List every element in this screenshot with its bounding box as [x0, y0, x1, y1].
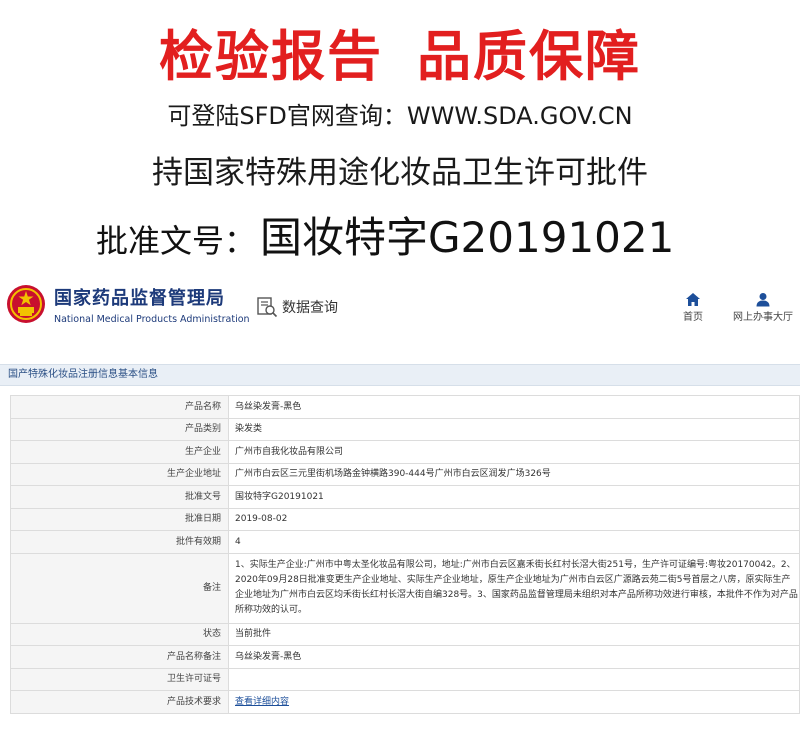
row-label: 备注: [10, 552, 229, 624]
row-value-remarks: 1、实际生产企业:广州市中粤太圣化妆品有限公司，地址:广州市白云区嘉禾街长红村长…: [228, 552, 800, 624]
approval-label: 批准文号：: [96, 222, 257, 260]
row-value: 乌丝染发膏-黑色: [228, 645, 800, 669]
user-icon: [756, 293, 770, 307]
row-value: 当前批件: [228, 622, 800, 646]
row-label: 产品名称备注: [10, 645, 229, 669]
section-title: 国产特殊化妆品注册信息基本信息: [8, 369, 158, 380]
row-label: 批件有效期: [10, 530, 229, 554]
banner-title-right: 品质保障: [417, 25, 641, 88]
row-value: 染发类: [228, 417, 800, 441]
table-row: 生产企业地址 广州市白云区三元里街机场路金钟横路390-444号广州市白云区润发…: [10, 462, 800, 486]
row-value: 国妆特字G20191021: [228, 485, 800, 509]
row-label: 生产企业: [10, 440, 229, 464]
national-emblem-icon: [7, 285, 45, 323]
section-title-bar: 国产特殊化妆品注册信息基本信息: [0, 364, 800, 386]
row-value: 4: [228, 530, 800, 554]
row-value: 广州市自我化妆品有限公司: [228, 440, 800, 464]
table-row: 产品名称 乌丝染发膏-黑色: [10, 395, 800, 419]
table-row: 状态 当前批件: [10, 622, 800, 646]
nav-online-service-hall[interactable]: 网上办事大厅: [728, 292, 798, 325]
row-label: 产品类别: [10, 417, 229, 441]
table-row: 产品名称备注 乌丝染发膏-黑色: [10, 645, 800, 669]
table-row: 生产企业 广州市自我化妆品有限公司: [10, 440, 800, 464]
nav-home[interactable]: 首页: [676, 292, 710, 325]
promo-banner: 检验报告 品质保障 可登陆SFD官网查询：WWW.SDA.GOV.CN 持国家特殊…: [0, 0, 800, 270]
row-value: 广州市白云区三元里街机场路金钟横路390-444号广州市白云区润发广场326号: [228, 462, 800, 486]
table-row: 卫生许可证号: [10, 667, 800, 691]
table-row: 备注 1、实际生产企业:广州市中粤太圣化妆品有限公司，地址:广州市白云区嘉禾街长…: [10, 552, 800, 624]
row-value: 乌丝染发膏-黑色: [228, 395, 800, 419]
banner-permit-line: 持国家特殊用途化妆品卫生许可批件: [152, 155, 648, 191]
row-value: 查看详细内容: [228, 690, 800, 714]
row-label: 产品名称: [10, 395, 229, 419]
banner-title: 检验报告 品质保障: [0, 24, 800, 90]
banner-query-line: 可登陆SFD官网查询：WWW.SDA.GOV.CN: [167, 102, 633, 130]
row-value: [228, 667, 800, 691]
table-row: 批准文号 国妆特字G20191021: [10, 485, 800, 509]
table-row: 批件有效期 4: [10, 530, 800, 554]
banner-title-left: 检验报告: [159, 25, 383, 88]
view-details-link[interactable]: 查看详细内容: [235, 697, 289, 707]
nav-home-label: 首页: [683, 312, 703, 323]
table-row: 产品技术要求 查看详细内容: [10, 690, 800, 714]
table-row: 批准日期 2019-08-02: [10, 507, 800, 531]
row-label: 批准文号: [10, 485, 229, 509]
row-label: 卫生许可证号: [10, 667, 229, 691]
agency-name-cn[interactable]: 国家药品监督管理局: [54, 288, 225, 310]
registration-info-table: 产品名称 乌丝染发膏-黑色 产品类别 染发类 生产企业 广州市自我化妆品有限公司…: [10, 395, 800, 714]
nav-hall-label: 网上办事大厅: [733, 312, 793, 323]
agency-name-en: National Medical Products Administration: [54, 314, 250, 325]
home-icon: [686, 293, 700, 306]
data-query-icon: [257, 297, 278, 318]
table-row: 产品类别 染发类: [10, 417, 800, 441]
site-header: 国家药品监督管理局 National Medical Products Admi…: [0, 278, 800, 340]
data-query-label: 数据查询: [282, 300, 338, 316]
row-label: 批准日期: [10, 507, 229, 531]
row-value: 2019-08-02: [228, 507, 800, 531]
row-label: 状态: [10, 622, 229, 646]
row-label: 生产企业地址: [10, 462, 229, 486]
banner-approval: 批准文号：国妆特字G20191021: [96, 212, 674, 267]
row-label: 产品技术要求: [10, 690, 229, 714]
approval-number: 国妆特字G20191021: [260, 213, 675, 262]
